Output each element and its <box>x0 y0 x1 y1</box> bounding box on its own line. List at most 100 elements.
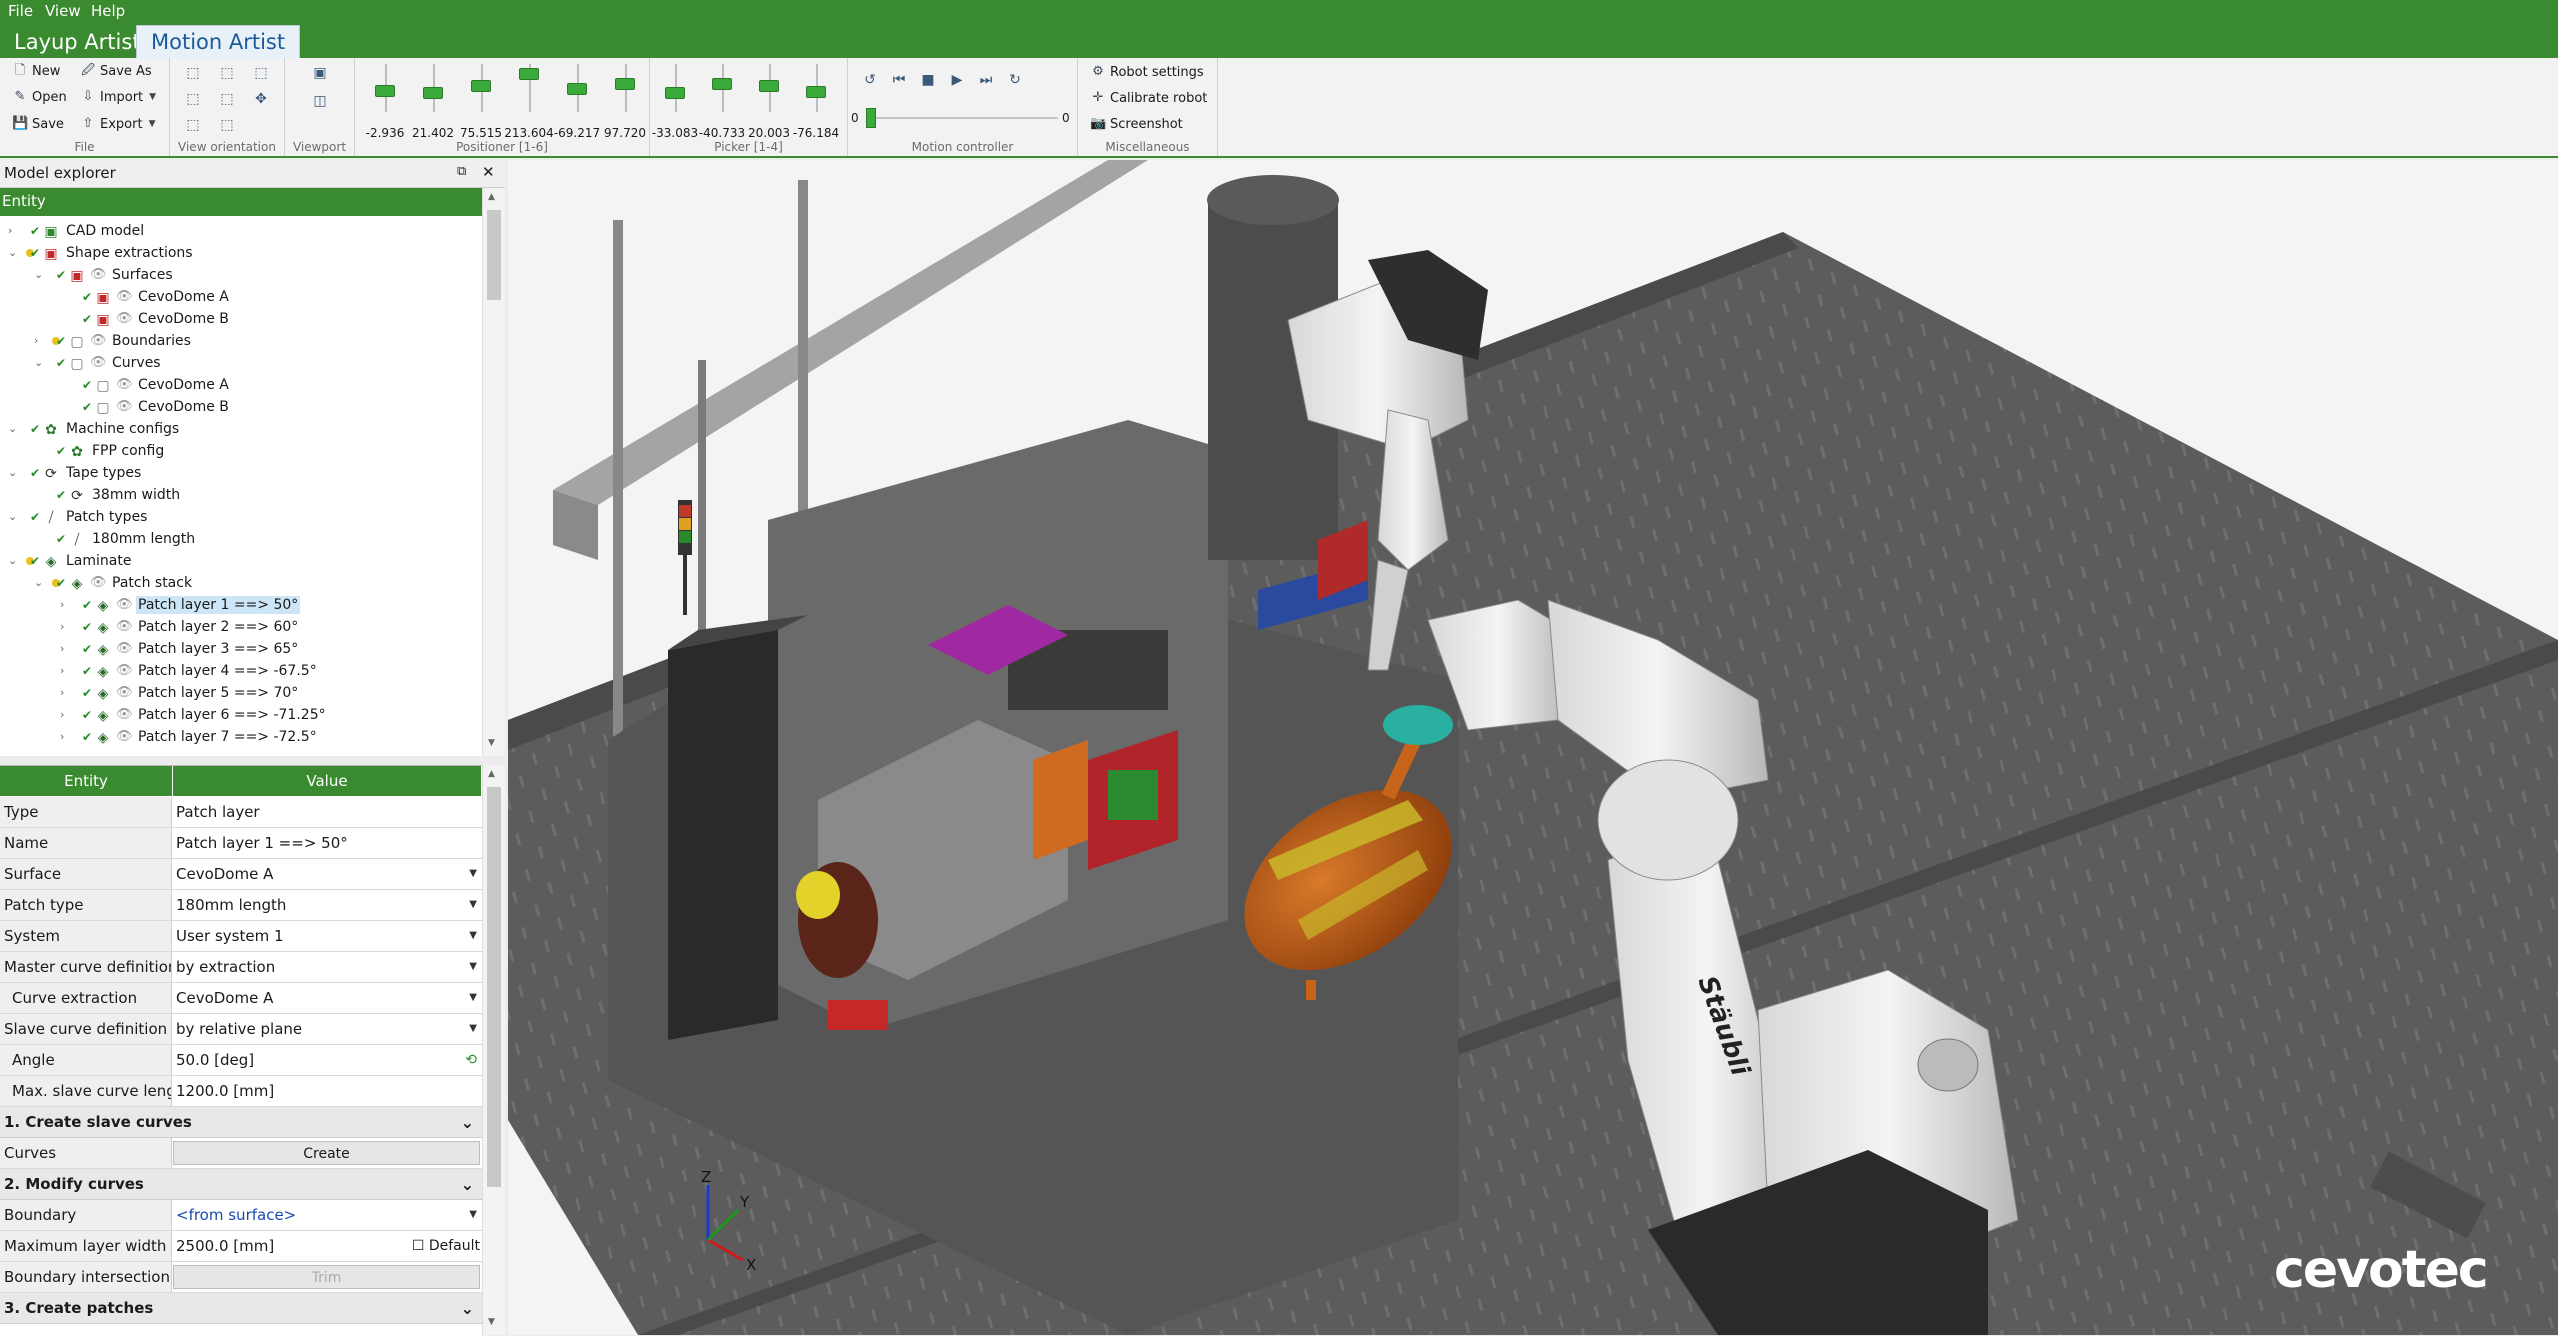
chevron-down-icon[interactable]: ▼ <box>469 952 477 982</box>
timeline-handle[interactable] <box>866 108 876 128</box>
positioner-slider[interactable] <box>519 64 539 112</box>
export-button[interactable]: ⇧ Export ▼ <box>80 116 156 132</box>
chevron-down-icon[interactable]: ⌄ <box>8 246 17 259</box>
view-left-icon[interactable]: ⬚ <box>184 90 202 108</box>
tab-layup-artist[interactable]: Layup Artist <box>0 25 155 58</box>
property-field[interactable]: Patch layer <box>173 797 482 827</box>
property-field[interactable]: 2500.0 [mm] ☐ Default <box>173 1231 482 1261</box>
chevron-right-icon[interactable]: › <box>60 598 64 611</box>
positioner-slider-handle[interactable] <box>567 83 587 95</box>
chevron-down-icon[interactable]: ▼ <box>469 921 477 951</box>
play-icon[interactable]: ▶ <box>948 71 966 89</box>
chevron-down-icon[interactable]: ⌄ <box>461 1169 474 1200</box>
menu-help[interactable]: Help <box>91 2 125 20</box>
chevron-right-icon[interactable]: › <box>60 686 64 699</box>
tree-item[interactable]: › ✔ ◈ 👁 Patch layer 3 ==> 65° <box>0 639 482 661</box>
visibility-eye-icon[interactable]: 👁 <box>90 355 107 370</box>
chevron-right-icon[interactable]: › <box>60 664 64 677</box>
display-mode-icon[interactable]: ◫ <box>311 92 329 110</box>
calibrate-robot-button[interactable]: ✛ Calibrate robot <box>1090 90 1208 106</box>
picker-slider[interactable] <box>759 64 779 112</box>
chevron-down-icon[interactable]: ⌄ <box>8 554 17 567</box>
property-field[interactable]: Patch layer 1 ==> 50° <box>173 828 482 858</box>
chevron-down-icon[interactable]: ⌄ <box>8 510 17 523</box>
visibility-eye-icon[interactable]: 👁 <box>90 267 107 282</box>
positioner-slider-handle[interactable] <box>519 68 539 80</box>
positioner-slider[interactable] <box>375 64 395 112</box>
create-button[interactable]: Create <box>173 1141 480 1165</box>
visibility-eye-icon[interactable]: 👁 <box>116 377 133 392</box>
chevron-down-icon[interactable]: ▼ <box>469 859 477 889</box>
tree-item[interactable]: ⌄ ✔ ⟳ Tape types <box>0 463 482 485</box>
tree-item[interactable]: ⌄ ✔ ◈ Laminate <box>0 551 482 573</box>
close-icon[interactable]: ✕ <box>482 163 495 181</box>
chevron-down-icon[interactable]: ⌄ <box>461 1293 474 1324</box>
scroll-down-icon[interactable]: ▼ <box>488 1317 495 1327</box>
property-section[interactable]: 3. Create patches ⌄ <box>0 1293 482 1324</box>
chevron-down-icon[interactable]: ⌄ <box>34 576 43 589</box>
3d-viewport[interactable]: Stäubli Z X Y cevotec <box>508 160 2558 1335</box>
visibility-eye-icon[interactable]: 👁 <box>116 289 133 304</box>
chevron-right-icon[interactable]: › <box>60 708 64 721</box>
property-dropdown[interactable]: <from surface> ▼ <box>173 1200 482 1230</box>
picker-slider[interactable] <box>665 64 685 112</box>
scroll-up-icon[interactable]: ▲ <box>488 769 495 779</box>
visibility-eye-icon[interactable]: 👁 <box>116 707 133 722</box>
positioner-slider-handle[interactable] <box>375 85 395 97</box>
tree-item[interactable]: ⌄ ✔ ◈ 👁 Patch stack <box>0 573 482 595</box>
property-section[interactable]: 2. Modify curves ⌄ <box>0 1169 482 1200</box>
chevron-down-icon[interactable]: ▼ <box>469 983 477 1013</box>
rewind-icon[interactable]: ↺ <box>861 71 879 89</box>
visibility-eye-icon[interactable]: 👁 <box>116 311 133 326</box>
property-scrollbar[interactable]: ▲ ▼ <box>482 765 505 1335</box>
loop-icon[interactable]: ↻ <box>1006 71 1024 89</box>
picker-slider[interactable] <box>806 64 826 112</box>
property-dropdown[interactable]: by relative plane ▼ <box>173 1014 482 1044</box>
tab-motion-artist[interactable]: Motion Artist <box>136 25 301 58</box>
tree-item[interactable]: ⌄ ✔ ▣ Shape extractions <box>0 243 482 265</box>
chevron-right-icon[interactable]: › <box>34 334 38 347</box>
view-iso-icon[interactable]: ⬚ <box>184 64 202 82</box>
scroll-down-icon[interactable]: ▼ <box>488 738 495 748</box>
visibility-eye-icon[interactable]: 👁 <box>116 685 133 700</box>
tree-item[interactable]: ✔ ⧸ 180mm length <box>0 529 482 551</box>
property-dropdown[interactable]: User system 1 ▼ <box>173 921 482 951</box>
property-dropdown[interactable]: by extraction ▼ <box>173 952 482 982</box>
picker-slider-handle[interactable] <box>806 86 826 98</box>
tree-item[interactable]: ⌄ ✔ ▣ 👁 Surfaces <box>0 265 482 287</box>
picker-slider[interactable] <box>712 64 732 112</box>
property-field[interactable]: 1200.0 [mm] <box>173 1076 482 1106</box>
tree-item[interactable]: › ✔ ◈ 👁 Patch layer 4 ==> -67.5° <box>0 661 482 683</box>
visibility-eye-icon[interactable]: 👁 <box>116 663 133 678</box>
picker-slider-handle[interactable] <box>759 80 779 92</box>
positioner-slider[interactable] <box>423 64 443 112</box>
tree-item[interactable]: › ✔ ◈ 👁 Patch layer 1 ==> 50° <box>0 595 482 617</box>
chevron-down-icon[interactable]: ▼ <box>469 1200 477 1230</box>
open-button[interactable]: ✎ Open <box>12 89 67 105</box>
robot-settings-button[interactable]: ⚙ Robot settings <box>1090 64 1204 80</box>
positioner-slider-handle[interactable] <box>471 80 491 92</box>
tree-item[interactable]: ⌄ ✔ ▢ 👁 Curves <box>0 353 482 375</box>
chevron-down-icon[interactable]: ⌄ <box>8 422 17 435</box>
view-front-icon[interactable]: ⬚ <box>218 64 236 82</box>
property-field[interactable]: 50.0 [deg] ⟲ <box>173 1045 482 1075</box>
visibility-eye-icon[interactable]: 👁 <box>116 641 133 656</box>
visibility-eye-icon[interactable]: 👁 <box>116 619 133 634</box>
chevron-down-icon[interactable]: ▼ <box>469 1014 477 1044</box>
chevron-right-icon[interactable]: › <box>60 620 64 633</box>
undock-icon[interactable]: ⧉ <box>457 164 466 179</box>
menu-file[interactable]: File <box>8 2 33 20</box>
property-section[interactable]: 1. Create slave curves ⌄ <box>0 1107 482 1138</box>
visibility-eye-icon[interactable]: 👁 <box>116 597 133 612</box>
view-bottom-icon[interactable]: ⬚ <box>218 116 236 134</box>
property-dropdown[interactable]: CevoDome A ▼ <box>173 859 482 889</box>
positioner-slider[interactable] <box>615 64 635 112</box>
positioner-slider[interactable] <box>471 64 491 112</box>
new-button[interactable]: 🗋 New <box>12 63 61 79</box>
save-button[interactable]: 💾 Save <box>12 116 64 132</box>
save-as-button[interactable]: 🖉 Save As <box>80 63 152 79</box>
screenshot-button[interactable]: 📷 Screenshot <box>1090 116 1183 132</box>
view-right-icon[interactable]: ⬚ <box>218 90 236 108</box>
tree-item[interactable]: ✔ ▢ 👁 CevoDome B <box>0 397 482 419</box>
visibility-eye-icon[interactable]: 👁 <box>116 399 133 414</box>
